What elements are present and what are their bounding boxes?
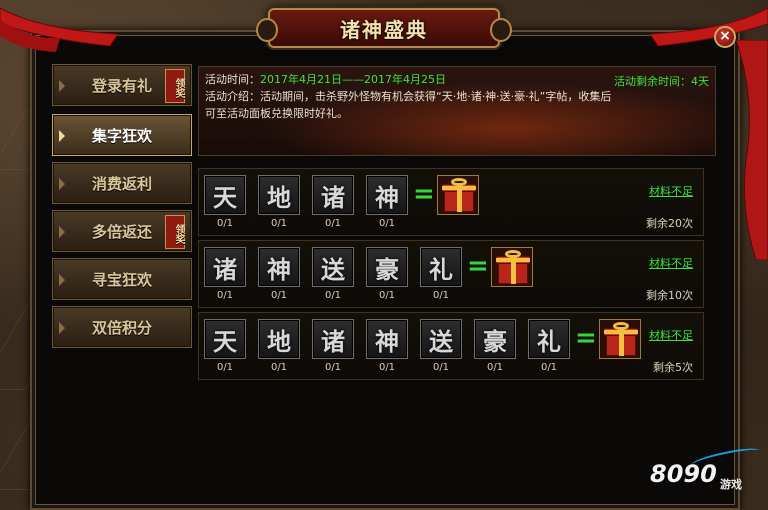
character-tile[interactable]: 礼 [528, 319, 570, 359]
character-tile[interactable]: 地 [258, 319, 300, 359]
character-tile[interactable]: 诸 [312, 319, 354, 359]
sidebar-item-label: 双倍积分 [91, 318, 152, 337]
gift-box-icon[interactable] [437, 175, 479, 215]
character-count: 0/1 [378, 290, 396, 301]
close-button[interactable]: × [714, 26, 736, 48]
equals-sign: = [575, 323, 597, 353]
equals-sign: = [467, 251, 489, 281]
sidebar-item-label: 集字狂欢 [91, 126, 152, 145]
exchange-row-3: 天 0/1 地 0/1 诸 0/1 神 0/1 送 0/1 豪 0/1 礼 0/… [198, 312, 704, 380]
arrow-icon [59, 130, 65, 142]
character-count: 0/1 [270, 218, 288, 229]
remaining-exchanges: 剩余5次 [653, 361, 693, 374]
character-tile[interactable]: 天 [204, 319, 246, 359]
exchange-status-link[interactable]: 材料不足 [649, 183, 693, 199]
watermark-suffix: 游戏 [720, 478, 742, 491]
character-count: 0/1 [216, 290, 234, 301]
window-title: 诸神盛典 [340, 17, 428, 42]
close-icon: × [719, 28, 731, 44]
sidebar-item-spend-rebate[interactable]: 消费返利 [52, 162, 192, 204]
event-intro-line-1: 活动介绍：活动期间，击杀野外怪物有机会获得“天·地·诸·神·送·豪·礼”字帖，收… [205, 90, 612, 103]
gift-box-icon[interactable] [491, 247, 533, 287]
character-count: 0/1 [486, 362, 504, 373]
claim-badge: 领奖 [165, 215, 185, 249]
character-tile[interactable]: 诸 [204, 247, 246, 287]
event-time-value: 2017年4月21日——2017年4月25日 [260, 73, 446, 86]
sidebar-item-label: 多倍返还 [91, 222, 152, 241]
equals-sign: = [413, 179, 435, 209]
character-count: 0/1 [378, 362, 396, 373]
character-count: 0/1 [324, 290, 342, 301]
arrow-icon [59, 226, 65, 238]
remaining-exchanges: 剩余20次 [646, 217, 693, 230]
remaining-exchanges: 剩余10次 [646, 289, 693, 302]
character-tile[interactable]: 礼 [420, 247, 462, 287]
character-count: 0/1 [324, 362, 342, 373]
gift-box-icon[interactable] [599, 319, 641, 359]
character-count: 0/1 [324, 218, 342, 229]
character-count: 0/1 [270, 290, 288, 301]
character-tile[interactable]: 送 [312, 247, 354, 287]
character-count: 0/1 [216, 362, 234, 373]
exchange-row-1: 天 0/1 地 0/1 诸 0/1 神 0/1 = 材料不足 剩余20次 [198, 168, 704, 236]
sidebar-item-multi-return[interactable]: 多倍返还 领奖 [52, 210, 192, 252]
activity-sidebar: 登录有礼 领奖 集字狂欢 消费返利 多倍返还 领奖 寻宝狂欢 双倍积分 [52, 62, 194, 492]
exchange-status-link[interactable]: 材料不足 [649, 255, 693, 271]
window-title-plate: 诸神盛典 [256, 8, 512, 48]
exchange-status-link[interactable]: 材料不足 [649, 327, 693, 343]
character-count: 0/1 [432, 290, 450, 301]
arrow-icon [59, 80, 65, 92]
sidebar-item-collect-words[interactable]: 集字狂欢 [52, 114, 192, 156]
sidebar-item-login-gift[interactable]: 登录有礼 领奖 [52, 64, 192, 106]
character-count: 0/1 [216, 218, 234, 229]
red-curtain-right [735, 40, 768, 260]
sidebar-item-label: 消费返利 [91, 174, 152, 193]
character-tile[interactable]: 神 [258, 247, 300, 287]
character-count: 0/1 [378, 218, 396, 229]
claim-badge: 领奖 [165, 69, 185, 103]
sidebar-item-label: 登录有礼 [91, 76, 152, 95]
character-tile[interactable]: 神 [366, 175, 408, 215]
character-count: 0/1 [270, 362, 288, 373]
character-tile[interactable]: 送 [420, 319, 462, 359]
sidebar-item-double-points[interactable]: 双倍积分 [52, 306, 192, 348]
exchange-row-2: 诸 0/1 神 0/1 送 0/1 豪 0/1 礼 0/1 = 材料不足 剩余1… [198, 240, 704, 308]
character-tile[interactable]: 豪 [474, 319, 516, 359]
arrow-icon [59, 178, 65, 190]
character-count: 0/1 [432, 362, 450, 373]
character-tile[interactable]: 地 [258, 175, 300, 215]
character-tile[interactable]: 诸 [312, 175, 354, 215]
character-tile[interactable]: 豪 [366, 247, 408, 287]
character-tile[interactable]: 天 [204, 175, 246, 215]
red-ribbon-left [0, 7, 119, 52]
character-tile[interactable]: 神 [366, 319, 408, 359]
event-remaining-time: 活动剩余时间：4天 [614, 73, 709, 89]
event-time-label: 活动时间： [205, 73, 260, 86]
sidebar-item-label: 寻宝狂欢 [91, 270, 152, 289]
event-info-banner: 活动时间：2017年4月21日——2017年4月25日 活动介绍：活动期间，击杀… [198, 66, 716, 156]
sidebar-item-treasure-hunt[interactable]: 寻宝狂欢 [52, 258, 192, 300]
event-intro-line-2: 可至活动面板兑换限时好礼。 [205, 107, 348, 120]
character-count: 0/1 [540, 362, 558, 373]
remaining-time-label: 活动剩余时间： [614, 75, 691, 88]
watermark-logo: 8090 [650, 460, 717, 488]
remaining-time-value: 4天 [691, 75, 709, 88]
arrow-icon [59, 274, 65, 286]
arrow-icon [59, 322, 65, 334]
